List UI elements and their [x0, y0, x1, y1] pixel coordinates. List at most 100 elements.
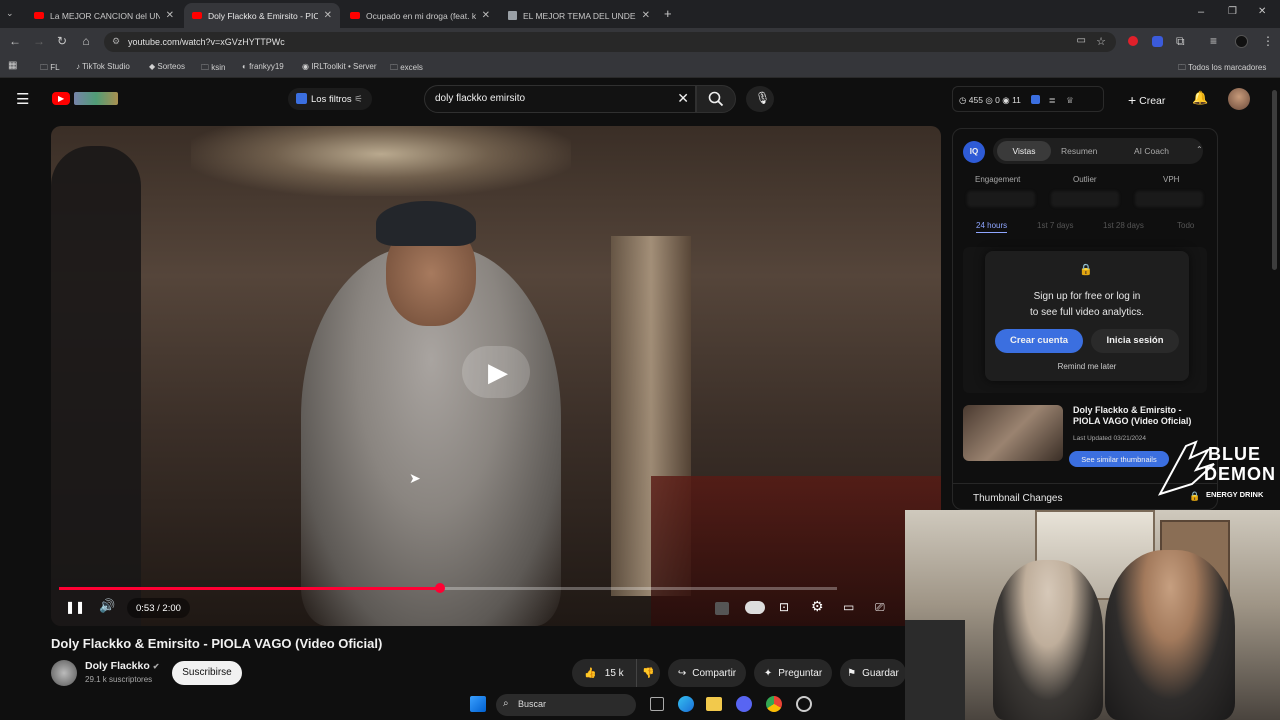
like-button[interactable]: 👍 15 k: [572, 659, 636, 687]
close-icon[interactable]: ✕: [324, 10, 332, 21]
thumbnail-image[interactable]: [963, 405, 1063, 461]
share-button[interactable]: ↪ Compartir: [668, 659, 746, 687]
taskbar-search[interactable]: ⌕ Buscar: [496, 694, 636, 716]
range-28d[interactable]: 1st 28 days: [1103, 221, 1144, 230]
extensions-icon[interactable]: ⧉: [1176, 34, 1185, 49]
ask-button[interactable]: ✦ Preguntar: [754, 659, 832, 687]
close-icon[interactable]: ✕: [642, 10, 650, 21]
iq-icon[interactable]: [1031, 95, 1041, 104]
minimize-icon[interactable]: –: [1198, 6, 1204, 18]
edge-browser-icon[interactable]: [678, 696, 694, 712]
subtitles-icon[interactable]: ⊡: [779, 600, 789, 614]
login-button[interactable]: Inicia sesión: [1091, 329, 1179, 353]
account-avatar[interactable]: [1228, 88, 1250, 110]
youtube-logo-icon[interactable]: ▶: [52, 92, 70, 105]
windows-start-icon[interactable]: [470, 696, 486, 712]
bookmark-ksin[interactable]: 🗀 ksin: [201, 62, 225, 76]
apps-grid-icon[interactable]: ▦: [8, 60, 17, 71]
create-button[interactable]: + Crear: [1120, 88, 1182, 110]
bookmark-frankyy19[interactable]: ◐ frankyy19: [242, 62, 284, 71]
channel-avatar[interactable]: [51, 660, 77, 686]
iq-player-icon[interactable]: [715, 602, 729, 615]
range-all[interactable]: Todo: [1177, 221, 1194, 230]
clear-search-icon[interactable]: ✕: [677, 90, 689, 107]
tab-4[interactable]: EL MEJOR TEMA DEL UNDER B ✕: [500, 3, 658, 28]
video-player[interactable]: ▶ ➤ ❚❚ 🔊 0:53 / 2:00 ⊡ ⚙ ▭ ⎚: [51, 126, 941, 626]
tab-ai-coach[interactable]: AI Coach: [1134, 146, 1169, 156]
channel-name-text: Doly Flackko: [85, 660, 150, 672]
progress-bar[interactable]: [59, 583, 837, 593]
settings-gear-icon[interactable]: ⚙: [811, 598, 824, 615]
discord-icon[interactable]: [736, 696, 752, 712]
range-7d[interactable]: 1st 7 days: [1037, 221, 1073, 230]
tab-resumen[interactable]: Resumen: [1061, 146, 1097, 156]
dislike-button[interactable]: 👎: [636, 659, 660, 687]
remind-later-link[interactable]: Remind me later: [985, 362, 1189, 371]
install-app-icon[interactable]: ▭: [1077, 35, 1086, 46]
channel-name[interactable]: Doly Flackko ✔: [85, 660, 159, 672]
notifications-bell-icon[interactable]: 🔔: [1192, 90, 1208, 106]
subscribe-button[interactable]: Suscribirse: [172, 661, 242, 685]
bookmark-excels[interactable]: 🗀 excels: [390, 62, 423, 76]
range-24h[interactable]: 24 hours: [976, 221, 1008, 233]
restore-icon[interactable]: ❐: [1228, 6, 1237, 17]
create-account-button[interactable]: Crear cuenta: [995, 329, 1083, 353]
home-icon[interactable]: ⌂: [78, 34, 94, 48]
thumbnail-title: Doly Flackko & Emirsito - PIOLA VAGO (Vi…: [1073, 405, 1192, 426]
hamburger-menu-icon[interactable]: ☰: [16, 90, 29, 108]
task-view-icon[interactable]: [650, 697, 664, 711]
profile-avatar[interactable]: [1235, 35, 1248, 48]
save-button[interactable]: ⚑ Guardar: [840, 659, 906, 687]
back-icon[interactable]: ←: [7, 34, 23, 48]
create-label: Crear: [1139, 95, 1166, 107]
extension-red-icon[interactable]: [1128, 36, 1138, 46]
close-icon[interactable]: ✕: [166, 10, 174, 21]
progress-fill: [59, 587, 441, 590]
tab-search-icon[interactable]: ⌄: [6, 8, 20, 20]
sparkle-icon: ✦: [763, 667, 773, 679]
close-icon[interactable]: ✕: [482, 10, 490, 21]
tab-vistas[interactable]: Vistas: [997, 141, 1051, 161]
bookmark-irltoolkit[interactable]: ◉ IRLToolkit • Server: [302, 62, 377, 71]
stat-b: 0: [995, 95, 1000, 105]
collapse-icon[interactable]: ⌃: [1196, 145, 1203, 154]
tab-3[interactable]: Ocupado en mi droga (feat. ki ✕: [342, 3, 498, 28]
autoplay-toggle[interactable]: [745, 601, 765, 614]
theater-mode-icon[interactable]: ▭: [843, 600, 854, 614]
metric-vph: VPH: [1163, 175, 1180, 184]
page-scrollbar[interactable]: [1272, 90, 1277, 270]
forward-icon[interactable]: →: [31, 34, 47, 48]
bookmark-sorteos[interactable]: ◆ Sorteos: [149, 62, 185, 71]
search-button[interactable]: [696, 85, 736, 113]
reload-icon[interactable]: ↻: [54, 34, 70, 48]
extension-blue-icon[interactable]: [1152, 36, 1163, 47]
iq-logo-icon: IQ: [963, 141, 985, 163]
chrome-icon[interactable]: [766, 696, 782, 712]
address-bar[interactable]: ⚙ youtube.com/watch?v=xGVzHYTTPWc ☆ ▭: [104, 32, 1116, 52]
volume-icon[interactable]: 🔊: [99, 598, 115, 614]
bookmark-tiktok[interactable]: ♪ TikTok Studio: [76, 62, 130, 71]
share-label: Compartir: [692, 667, 737, 679]
bookmark-label: Todos los marcadores: [1188, 63, 1267, 72]
close-window-icon[interactable]: ✕: [1258, 6, 1266, 17]
bookmark-fl[interactable]: 🗀 FL: [40, 62, 60, 76]
media-icon[interactable]: ≡: [1210, 34, 1217, 48]
trophy-icon[interactable]: ♕: [1066, 95, 1074, 105]
search-input[interactable]: doly flackko emirsito ✕: [424, 85, 696, 113]
pause-icon[interactable]: ❚❚: [65, 600, 85, 614]
menu-kebab-icon[interactable]: ⋮: [1262, 34, 1274, 48]
filters-button[interactable]: Los filtros ⚟: [288, 88, 372, 110]
app-icon[interactable]: [796, 696, 812, 712]
file-explorer-icon[interactable]: [706, 697, 722, 711]
tab-1[interactable]: La MEJOR CANCION del UNDER ✕: [26, 3, 182, 28]
bookmark-star-icon[interactable]: ☆: [1096, 35, 1106, 48]
all-bookmarks[interactable]: 🗀 Todos los marcadores: [1178, 62, 1266, 76]
chart-icon[interactable]: ≣: [1049, 95, 1056, 105]
similar-thumbnails-button[interactable]: See similar thumbnails: [1069, 451, 1169, 467]
site-info-icon[interactable]: ⚙: [112, 36, 120, 47]
tab-2-active[interactable]: Doly Flackko & Emirsito - PIOLA ✕: [184, 3, 340, 28]
cast-icon[interactable]: ⎚: [875, 600, 885, 615]
new-tab-icon[interactable]: +: [664, 6, 672, 21]
voice-search-button[interactable]: 🎙: [746, 86, 774, 112]
play-overlay-button[interactable]: ▶: [462, 346, 530, 398]
